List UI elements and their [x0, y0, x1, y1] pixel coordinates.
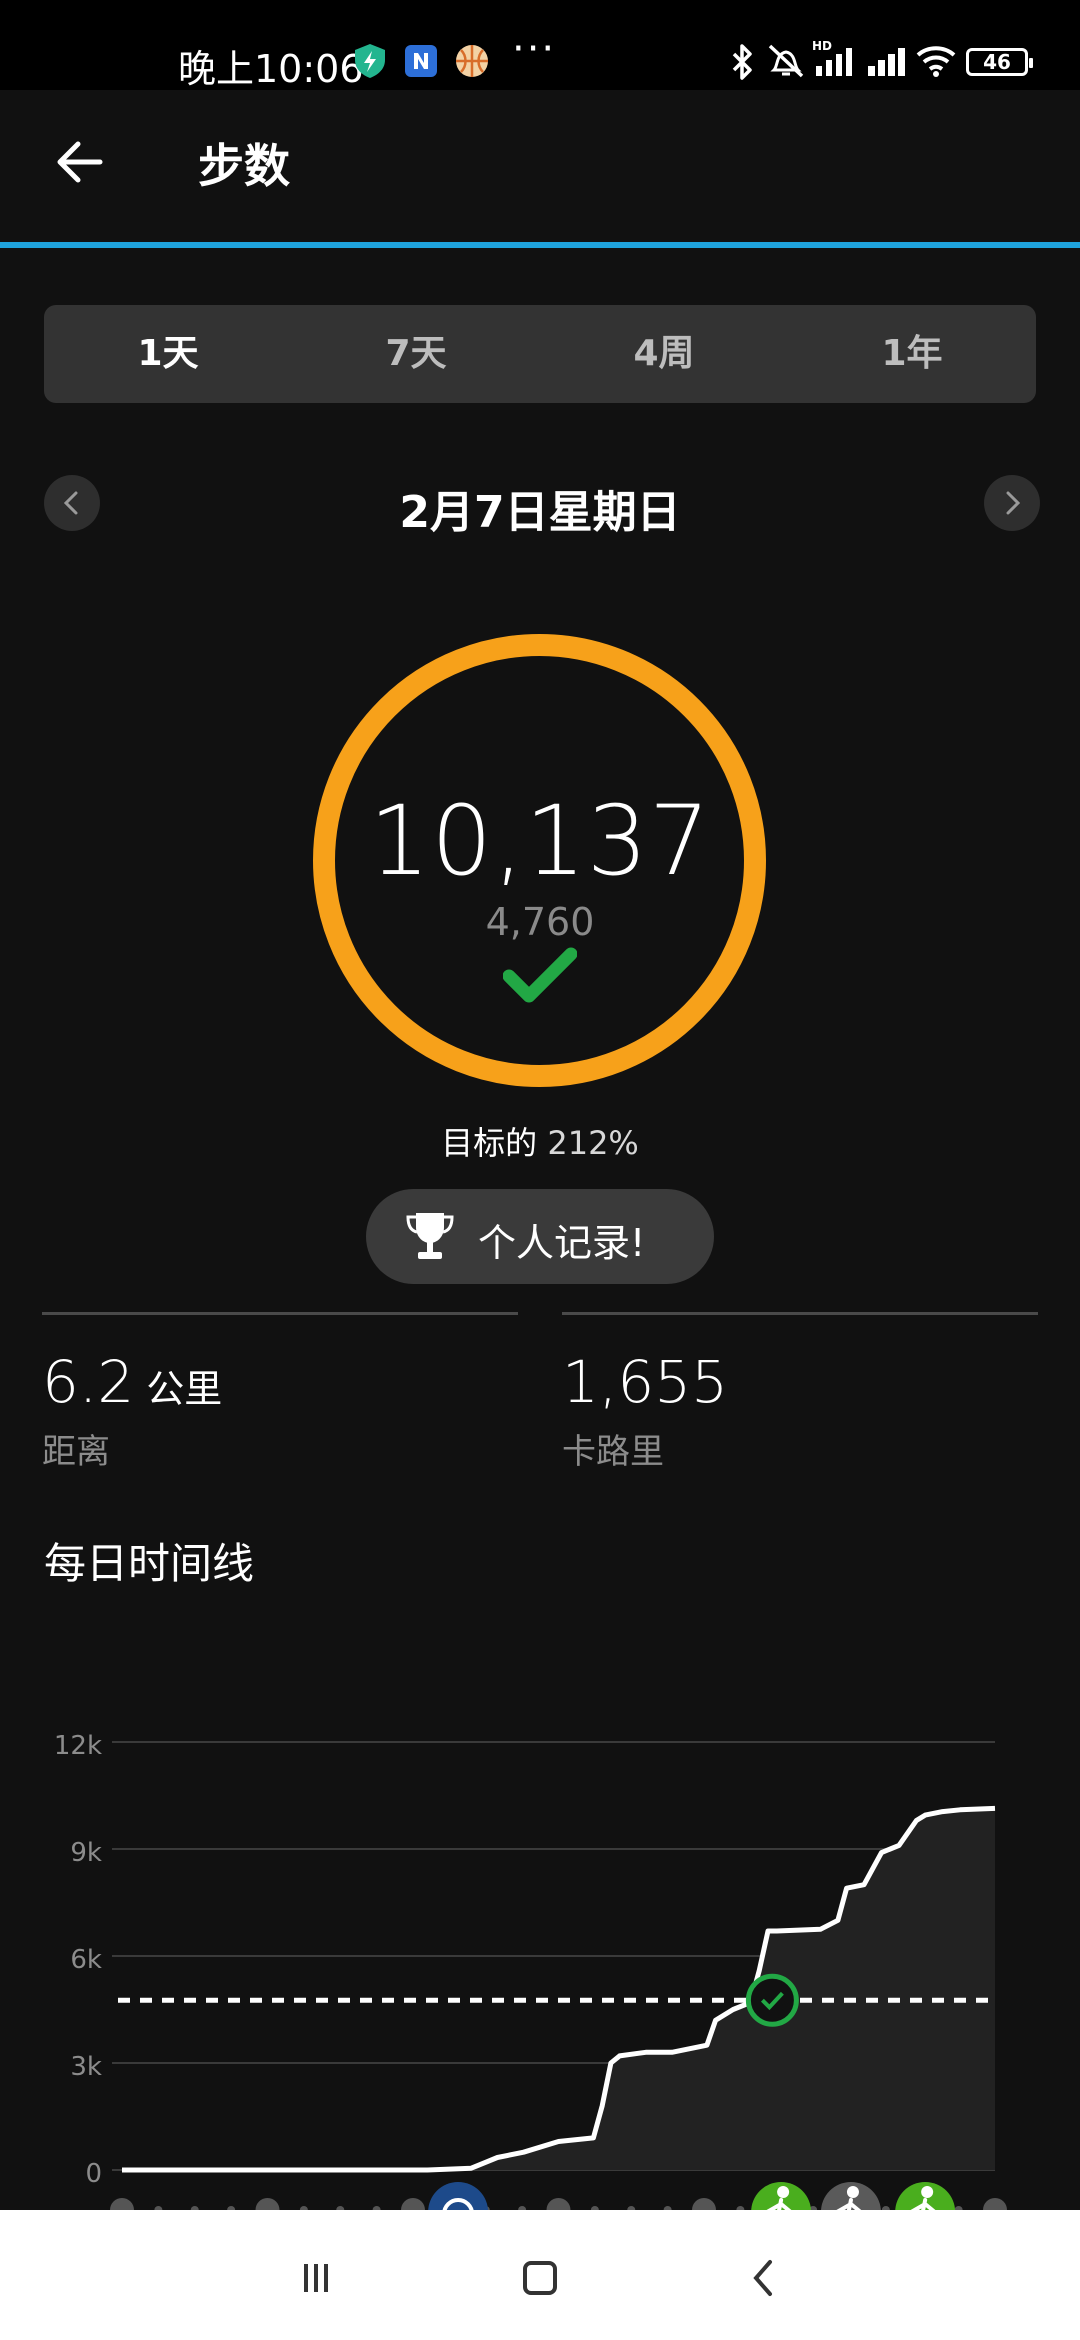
trophy-icon: [406, 1213, 454, 1259]
home-icon[interactable]: [510, 2248, 570, 2308]
status-time: 晚上10:06: [178, 47, 364, 91]
stat-divider-left: [42, 1312, 518, 1315]
goal-percentage-value: 212%: [547, 1124, 639, 1162]
chart-y-tick-label: 3k: [70, 2052, 102, 2082]
run-icon-head: [921, 2186, 934, 2198]
next-day-button[interactable]: [984, 475, 1040, 531]
distance-value-row: 6.2 公里: [42, 1348, 222, 1416]
distance-unit: 公里: [146, 1367, 223, 1411]
chart-y-tick-label: 6k: [70, 1945, 102, 1975]
stat-divider-right: [562, 1312, 1038, 1315]
chart-goal-reached-marker: [745, 1973, 799, 2027]
back-arrow-icon[interactable]: [50, 132, 110, 192]
goal-achieved-check-icon: [503, 947, 577, 1003]
chart-steps-area: [122, 1808, 995, 2170]
daily-steps-chart-svg: 12k 9k 6k 3k 0: [54, 1731, 1007, 2220]
chart-y-tick-label: 0: [85, 2159, 102, 2189]
hd-signal-icon: HD: [812, 39, 852, 76]
signal-icon: [868, 48, 905, 76]
system-nav-bar: [0, 2210, 1080, 2340]
chart-y-tick-label: 12k: [54, 1731, 102, 1761]
chevron-right-icon: [1006, 491, 1021, 515]
bluetooth-icon: [732, 44, 752, 80]
goal-percentage: 目标的 212%: [0, 1118, 1080, 1164]
calories-value: 1,655: [562, 1348, 729, 1416]
tab-7-days[interactable]: 7天: [292, 305, 540, 403]
shield-bolt-icon: [355, 44, 385, 78]
back-icon[interactable]: [734, 2248, 794, 2308]
steps-count: 10,137: [369, 785, 711, 897]
daily-timeline-title: 每日时间线: [44, 1539, 255, 1588]
run-icon-head: [777, 2186, 790, 2198]
battery-level: 46: [983, 50, 1011, 74]
date-label: 2月7日星期日: [399, 487, 681, 538]
app-bar: 步数: [0, 90, 1080, 245]
goal-percentage-prefix: 目标的: [441, 1124, 538, 1162]
distance-label: 距离: [42, 1432, 110, 1472]
period-tabs: 1天 7天 4周 1年: [44, 305, 1036, 403]
calories-label: 卡路里: [562, 1432, 664, 1472]
recents-icon[interactable]: [286, 2248, 346, 2308]
chart-y-tick-label: 9k: [70, 1838, 102, 1868]
tab-1-day[interactable]: 1天: [44, 305, 292, 403]
tab-1-year[interactable]: 1年: [788, 305, 1036, 403]
tab-4-weeks[interactable]: 4周: [540, 305, 788, 403]
svg-text:HD: HD: [812, 39, 832, 53]
wifi-icon: [916, 46, 956, 77]
status-bar: 晚上10:06 ··· HD 46: [0, 0, 1080, 91]
walk-icon-head: [846, 2186, 859, 2198]
personal-record-label: 个人记录!: [478, 1221, 646, 1265]
no-alarm-icon: [768, 44, 804, 78]
battery-icon: 46: [966, 48, 1033, 76]
steps-goal: 4,760: [485, 900, 595, 944]
more-dots-icon: ···: [512, 26, 557, 72]
n-app-icon: [405, 45, 437, 77]
page-title: 步数: [198, 139, 290, 193]
header-accent-line: [0, 242, 1080, 248]
distance-value: 6.2: [42, 1348, 135, 1416]
personal-record-button[interactable]: 个人记录!: [366, 1189, 714, 1284]
daily-steps-chart: 12k 9k 6k 3k 0: [0, 1700, 1080, 2220]
basketball-icon: [456, 45, 488, 77]
